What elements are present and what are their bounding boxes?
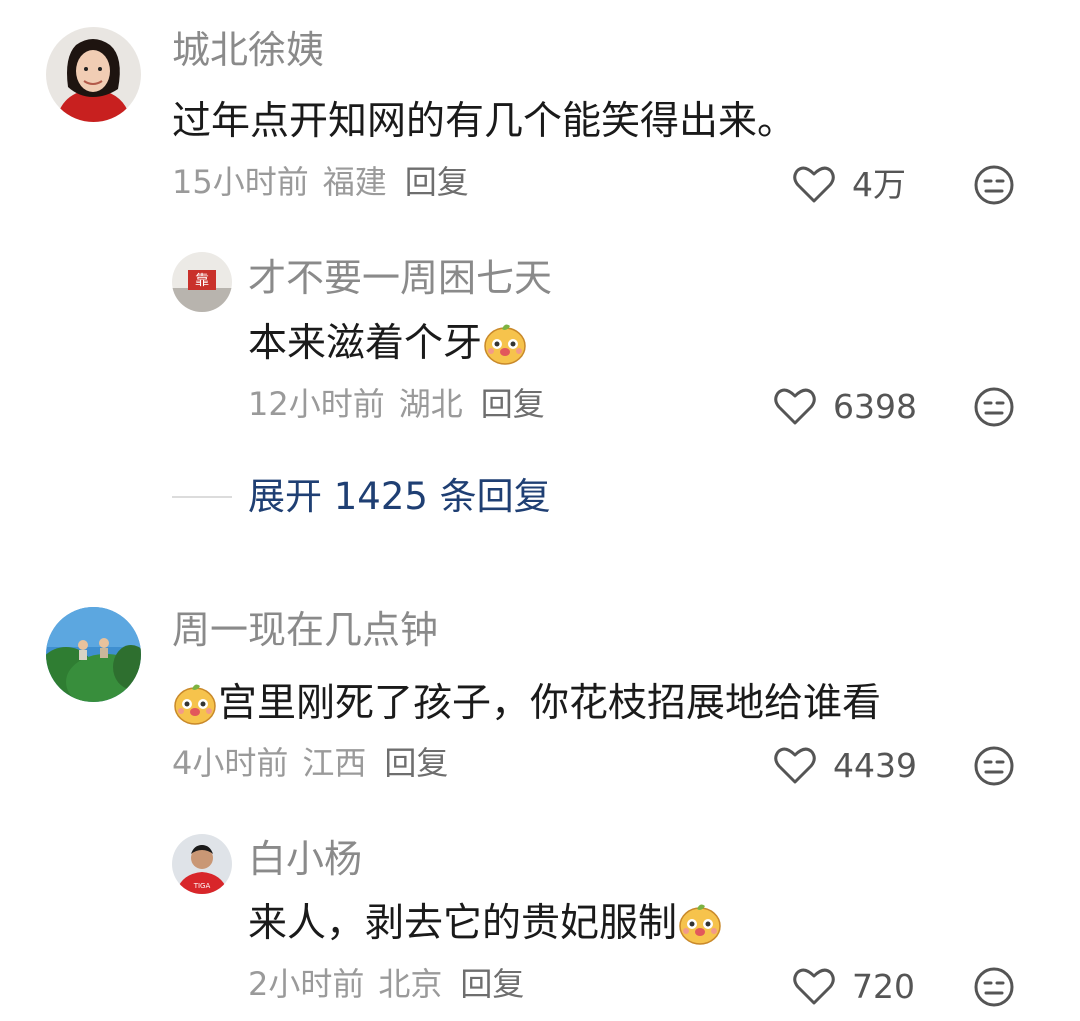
comment-text: 宫里刚死了孩子，你花枝招展地给谁看 (172, 680, 881, 726)
like-button[interactable]: 720 (792, 966, 915, 1006)
reply-location: 湖北 (398, 385, 463, 423)
avatar[interactable] (46, 27, 141, 122)
meh-face-icon[interactable] (973, 164, 1015, 206)
reply-button[interactable]: 回复 (384, 744, 448, 782)
reply-username[interactable]: 白小杨 (248, 840, 362, 878)
reply-meta: 12小时前 湖北 回复 (248, 388, 559, 420)
heart-outline-icon (793, 968, 835, 1005)
comment-text-body: 过年点开知网的有几个能笑得出来。 (172, 99, 797, 144)
dog-face-emoji (677, 900, 723, 946)
meh-face-icon[interactable] (973, 966, 1015, 1008)
svg-text:TIGA: TIGA (193, 882, 211, 890)
avatar[interactable] (46, 607, 141, 702)
avatar[interactable]: 靠 (172, 252, 232, 312)
reply-button[interactable]: 回复 (460, 965, 524, 1003)
heart-outline-icon (774, 747, 816, 784)
like-count: 6398 (833, 386, 917, 426)
heart-outline-icon (774, 388, 816, 425)
dog-face-emoji (172, 680, 218, 726)
reply-username[interactable]: 才不要一周困七天 (248, 259, 552, 297)
like-button[interactable]: 4439 (773, 745, 917, 785)
reply-meta: 2小时前 北京 回复 (248, 968, 538, 1000)
comment-time: 4小时前 (172, 744, 289, 782)
heart-outline-icon (793, 166, 835, 203)
reply-button[interactable]: 回复 (481, 385, 545, 423)
dog-face-emoji (482, 320, 528, 366)
like-button[interactable]: 4万 (792, 164, 906, 204)
reply-text: 来人，剥去它的贵妃服制 (248, 900, 723, 946)
comment-text-body: 宫里刚死了孩子，你花枝招展地给谁看 (218, 680, 882, 726)
comment-text: 过年点开知网的有几个能笑得出来。 (172, 102, 796, 141)
reply-text-body: 来人，剥去它的贵妃服制 (248, 900, 678, 946)
meh-face-icon[interactable] (973, 745, 1015, 787)
meh-face-icon[interactable] (973, 386, 1015, 428)
like-button[interactable]: 6398 (773, 386, 917, 426)
like-count: 4万 (852, 164, 906, 204)
svg-text:靠: 靠 (195, 273, 209, 289)
reply-location: 北京 (378, 965, 443, 1003)
expand-replies[interactable]: 展开 1425 条回复 (172, 478, 551, 515)
reply-text: 本来滋着个牙 (248, 320, 528, 366)
comment-meta: 4小时前 江西 回复 (172, 747, 462, 779)
reply-time: 12小时前 (248, 385, 385, 423)
avatar[interactable]: TIGA (172, 834, 232, 894)
like-count: 4439 (833, 745, 917, 785)
reply-button[interactable]: 回复 (405, 163, 469, 201)
comment-meta: 15小时前 福建 回复 (172, 166, 483, 198)
comment-location: 江西 (302, 744, 367, 782)
expand-replies-label[interactable]: 展开 1425 条回复 (248, 478, 551, 515)
reply-time: 2小时前 (248, 965, 365, 1003)
comment-location: 福建 (322, 163, 387, 201)
divider (172, 495, 232, 498)
like-count: 720 (852, 966, 915, 1006)
reply-text-body: 本来滋着个牙 (248, 320, 483, 366)
comment-time: 15小时前 (172, 163, 309, 201)
comment-username[interactable]: 周一现在几点钟 (172, 611, 438, 649)
comment-username[interactable]: 城北徐姨 (172, 31, 324, 69)
